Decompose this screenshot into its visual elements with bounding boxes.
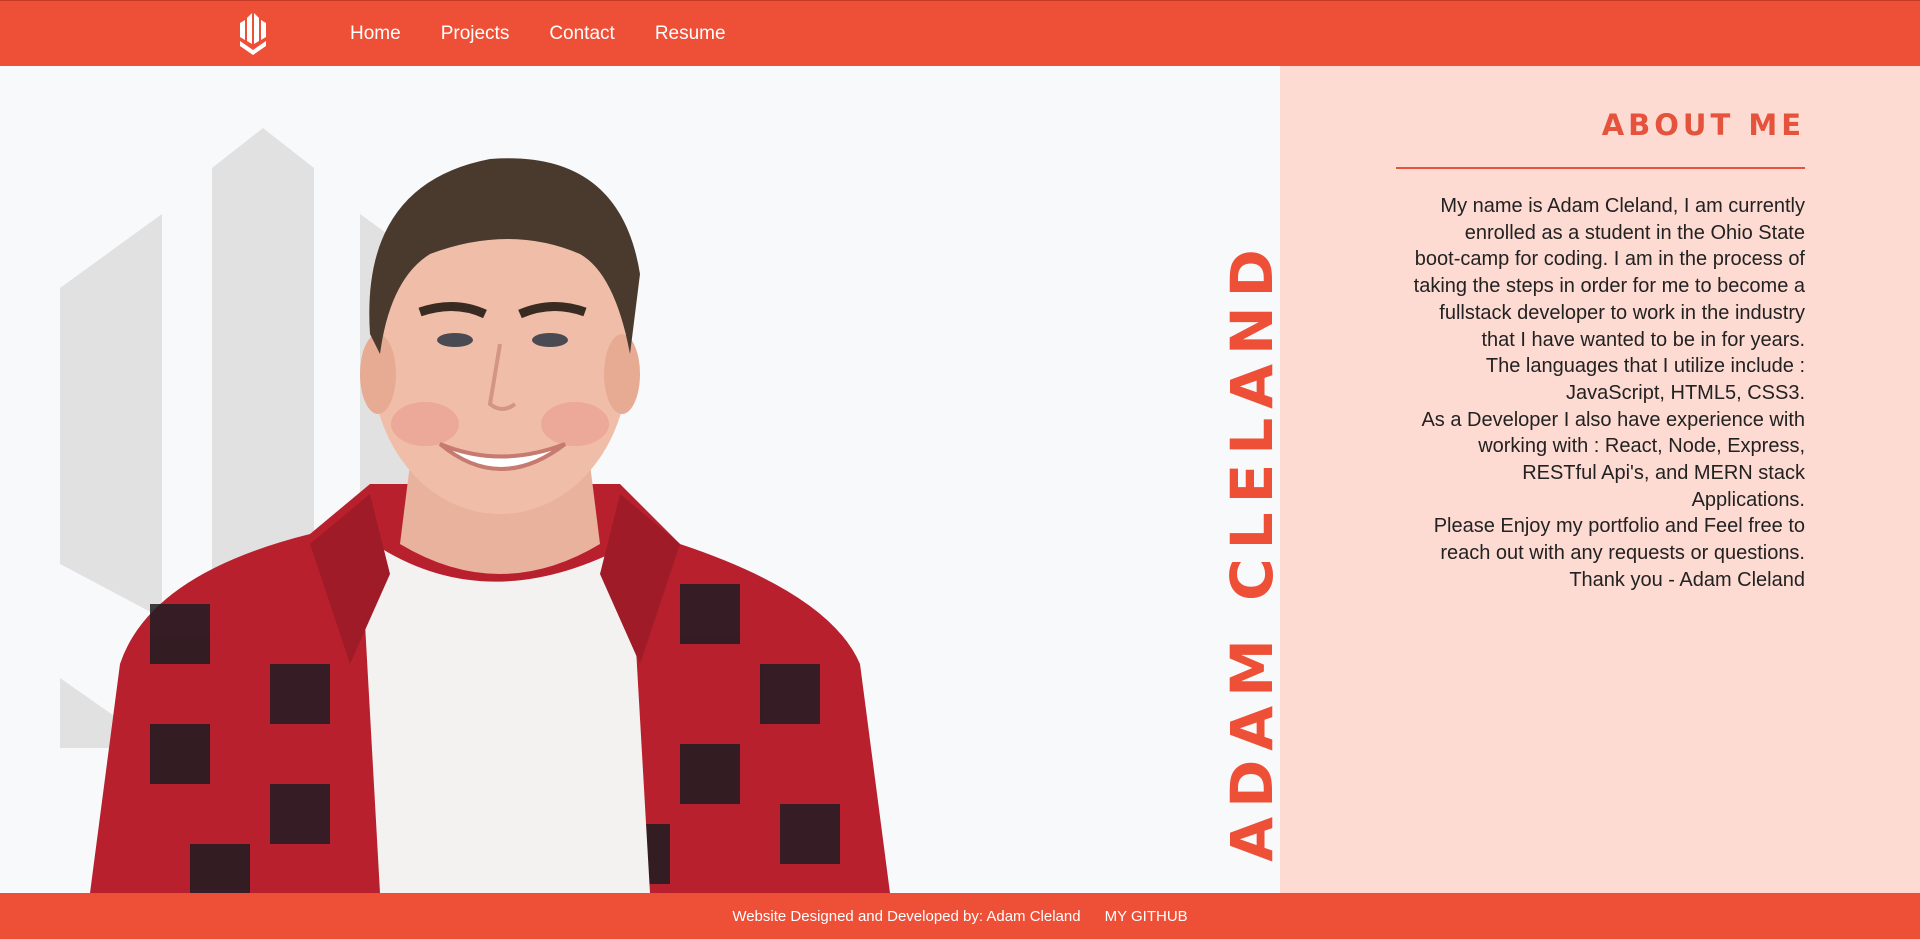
hero-name-text: ADAM CLELAND: [1218, 240, 1280, 862]
hero-section: ADAM CLELAND: [0, 66, 1280, 893]
about-line: JavaScript, HTML5, CSS3.: [1566, 381, 1805, 404]
hexagon-bars-logo-icon[interactable]: [238, 10, 268, 58]
about-line: fullstack developer to work in the indus…: [1439, 301, 1805, 324]
main-nav: Home Projects Contact Resume: [350, 1, 766, 67]
about-divider: [1396, 167, 1805, 169]
about-line: working with : React, Node, Express,: [1478, 435, 1805, 458]
nav-projects-link[interactable]: Projects: [441, 23, 510, 45]
portrait-photo: [90, 158, 890, 893]
about-line: My name is Adam Cleland, I am currently: [1440, 195, 1805, 217]
about-panel: ABOUT ME My name is Adam Cleland, I am c…: [1280, 66, 1920, 893]
about-line: enrolled as a student in the Ohio State: [1464, 221, 1805, 244]
about-line: Please Enjoy my portfolio and Feel free …: [1433, 515, 1805, 538]
hero-name: ADAM CLELAND: [1218, 240, 1280, 862]
about-line: Applications.: [1691, 488, 1805, 511]
github-link[interactable]: MY GITHUB: [1105, 908, 1188, 925]
about-title: ABOUT ME: [1601, 108, 1805, 142]
footer-credit: Website Designed and Developed by: Adam …: [732, 907, 1081, 925]
about-line: that I have wanted to be in for years.: [1481, 328, 1805, 351]
nav-contact-link[interactable]: Contact: [549, 23, 614, 45]
about-line: boot-camp for coding. I am in the proces…: [1414, 248, 1805, 271]
nav-home-link[interactable]: Home: [350, 23, 401, 45]
footer: Website Designed and Developed by: Adam …: [0, 893, 1920, 939]
about-line: As a Developer I also have experience wi…: [1421, 408, 1805, 431]
about-line: taking the steps in order for me to beco…: [1413, 275, 1805, 298]
about-text: My name is Adam Cleland, I am currently …: [1396, 193, 1805, 594]
about-line: RESTful Api's, and MERN stack: [1522, 462, 1805, 485]
about-line: Thank you - Adam Cleland: [1569, 568, 1805, 591]
nav-resume-link[interactable]: Resume: [655, 23, 726, 45]
top-navbar: Home Projects Contact Resume: [0, 0, 1920, 66]
about-line: reach out with any requests or questions…: [1440, 542, 1805, 565]
about-line: The languages that I utilize include :: [1485, 355, 1805, 378]
